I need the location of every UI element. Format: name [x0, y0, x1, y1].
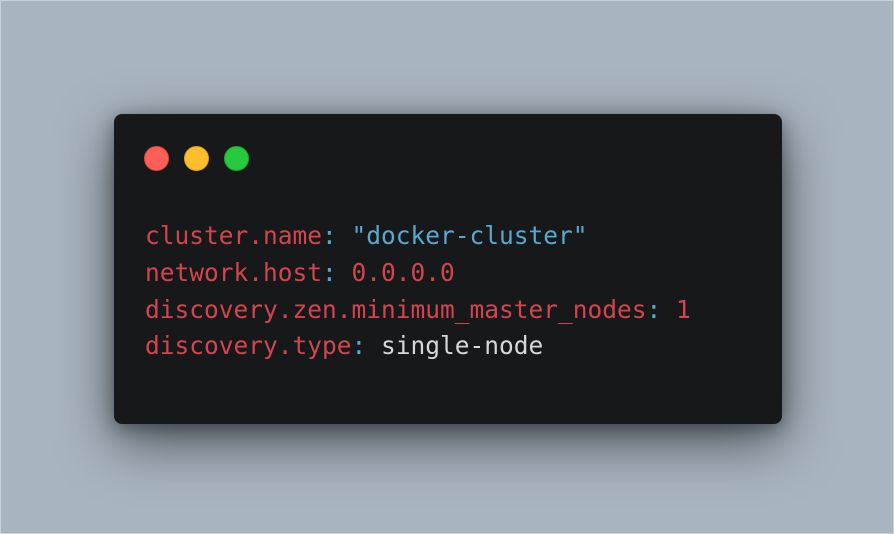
yaml-separator: :	[351, 331, 382, 361]
yaml-separator: :	[322, 257, 352, 287]
yaml-key: discovery.type	[145, 331, 352, 361]
minimize-button[interactable]	[184, 146, 209, 171]
background-frame: cluster.name: "docker-cluster" network.ho…	[0, 0, 894, 534]
code-line: discovery.zen.minimum_master_nodes: 1	[145, 292, 691, 329]
yaml-value: 1	[676, 294, 691, 324]
yaml-separator: :	[322, 221, 352, 250]
code-line: network.host: 0.0.0.0	[145, 255, 691, 292]
code-line: cluster.name: "docker-cluster"	[145, 218, 691, 255]
maximize-button[interactable]	[224, 146, 249, 171]
yaml-key: cluster.name	[145, 221, 323, 250]
window-controls	[144, 146, 249, 171]
code-line: discovery.type: single-node	[145, 328, 691, 365]
yaml-value: 0.0.0.0	[351, 257, 455, 287]
yaml-value: single-node	[381, 331, 544, 361]
yaml-key: network.host	[145, 257, 323, 287]
code-block: cluster.name: "docker-cluster" network.ho…	[145, 218, 691, 365]
yaml-value: "docker-cluster"	[351, 221, 588, 250]
close-button[interactable]	[144, 146, 169, 171]
code-window: cluster.name: "docker-cluster" network.ho…	[114, 114, 782, 424]
yaml-key: discovery.zen.minimum_master_nodes	[145, 294, 647, 324]
yaml-separator: :	[646, 294, 677, 324]
